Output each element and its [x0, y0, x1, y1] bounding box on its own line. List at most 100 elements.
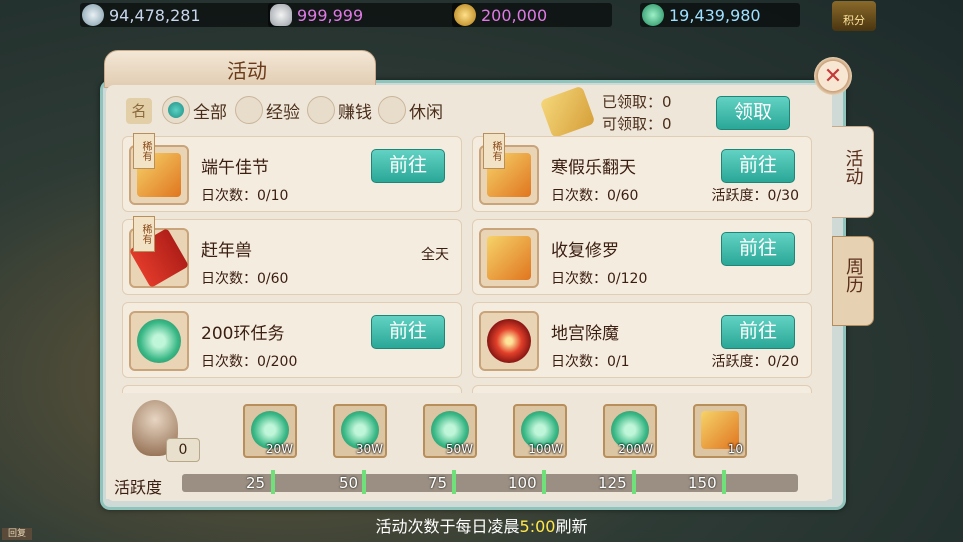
activity-name: 地宫除魔	[551, 324, 619, 344]
notice-time: 5:00	[519, 517, 556, 536]
milestone-label: 125	[598, 474, 627, 492]
reward-label: 20W	[265, 442, 293, 456]
go-button[interactable]: 前往	[721, 149, 795, 183]
tab-activity[interactable]: 活动	[832, 126, 874, 218]
currency-ingot: 999,999	[268, 3, 463, 27]
milestone-label: 100	[508, 474, 537, 492]
filter-money[interactable]: 赚钱	[307, 96, 372, 124]
currency-copper: 200,000	[452, 3, 612, 27]
category-icon: 名	[126, 98, 152, 124]
reward-box[interactable]: 30W	[333, 404, 387, 458]
milestone-label: 50	[339, 474, 359, 492]
activity-thumb	[479, 228, 539, 288]
reward-label: 200W	[618, 442, 653, 456]
rare-tag: 稀有	[483, 133, 505, 169]
available-count: 可领取：0	[602, 115, 672, 133]
notice-text: 刷新	[555, 517, 588, 536]
activity-name: 端午佳节	[201, 158, 269, 178]
silver-ingot-icon	[270, 4, 292, 26]
activity-count: 日次数：0/60	[551, 188, 639, 204]
tab-label: 周历	[843, 257, 864, 293]
jade-coin-icon	[642, 4, 664, 26]
jade-icon	[137, 319, 181, 363]
go-button[interactable]: 前往	[721, 232, 795, 266]
claim-button[interactable]: 领取	[716, 96, 790, 130]
points-button[interactable]: 积分	[832, 1, 876, 31]
reward-box[interactable]: 100W	[513, 404, 567, 458]
activity-name: 赶年兽	[201, 241, 252, 261]
currency-silver: 94,478,281	[80, 3, 280, 27]
activity-card[interactable]: 200环任务 日次数：0/200 前往	[122, 302, 462, 378]
activity-thumb	[479, 311, 539, 371]
filter-label: 全部	[193, 102, 227, 123]
currency-value: 19,439,980	[669, 5, 761, 25]
refresh-notice: 活动次数于每日凌晨5:00刷新	[0, 515, 963, 542]
activity-count: 日次数：0/200	[201, 354, 298, 370]
activity-name: 200环任务	[201, 324, 285, 344]
activity-card[interactable]: 稀有 寒假乐翻天 日次数：0/60 活跃度：0/30 前往	[472, 133, 812, 212]
reward-box[interactable]: 10	[693, 404, 747, 458]
milestone-tick	[362, 470, 366, 494]
activity-time: 全天	[421, 247, 449, 263]
go-button[interactable]: 前往	[371, 315, 445, 349]
currency-value: 200,000	[481, 5, 548, 25]
go-button[interactable]: 前往	[371, 149, 445, 183]
notice-text: 活动次数于每日凌晨	[375, 517, 520, 536]
demon-eye-icon	[487, 319, 531, 363]
window-title-tab: 活动	[104, 50, 376, 88]
activity-count: 日次数：0/10	[201, 188, 289, 204]
activity-vitality: 活跃度：0/30	[711, 188, 799, 204]
treasure-chest-icon	[487, 236, 531, 280]
currency-value: 94,478,281	[109, 5, 201, 25]
rare-tag: 稀有	[133, 133, 155, 169]
reward-label: 50W	[445, 442, 473, 456]
milestone-label: 150	[688, 474, 717, 492]
reward-box[interactable]: 50W	[423, 404, 477, 458]
currency-value: 999,999	[297, 5, 364, 25]
filter-leisure[interactable]: 休闲	[378, 96, 443, 124]
filter-label: 经验	[266, 102, 300, 123]
milestone-tick	[452, 470, 456, 494]
activity-vitality: 活跃度：0/20	[711, 354, 799, 370]
filter-label: 休闲	[409, 102, 443, 123]
reward-label: 100W	[528, 442, 563, 456]
activity-name: 寒假乐翻天	[551, 158, 636, 178]
vitality-label: 活跃度	[114, 478, 163, 497]
activity-count: 日次数：0/120	[551, 271, 648, 287]
copper-coin-icon	[454, 4, 476, 26]
tab-calendar[interactable]: 周历	[832, 236, 874, 326]
activity-name: 收复修罗	[551, 241, 619, 261]
silver-cloud-icon	[82, 4, 104, 26]
close-icon: ✕	[823, 63, 843, 89]
currency-jade: 19,439,980	[640, 3, 800, 27]
mini-button[interactable]: 回复	[2, 528, 32, 540]
rare-tag: 稀有	[133, 216, 155, 252]
activity-card[interactable]: 收复修罗 日次数：0/120 前往	[472, 219, 812, 295]
vitality-counter: 0	[166, 438, 200, 462]
radio-icon[interactable]	[235, 96, 263, 124]
milestone-label: 25	[246, 474, 266, 492]
activity-card[interactable]: 稀有 端午佳节 日次数：0/10 前往	[122, 133, 462, 212]
filter-exp[interactable]: 经验	[235, 96, 300, 124]
milestone-tick	[271, 470, 275, 494]
reward-box[interactable]: 200W	[603, 404, 657, 458]
mascot: 0	[118, 394, 200, 464]
activity-count: 日次数：0/1	[551, 354, 630, 370]
reward-label: 10	[727, 442, 743, 456]
milestone-tick	[722, 470, 726, 494]
reward-box[interactable]: 20W	[243, 404, 297, 458]
activity-card[interactable]: 稀有 赶年兽 日次数：0/60 全天	[122, 216, 462, 295]
radio-selected-icon[interactable]	[162, 96, 190, 124]
filter-all[interactable]: 全部	[162, 96, 227, 124]
tab-label: 活动	[842, 149, 864, 185]
close-button[interactable]: ✕	[814, 57, 852, 95]
filter-label: 赚钱	[338, 102, 372, 123]
activity-card[interactable]: 地宫除魔 日次数：0/1 活跃度：0/20 前往	[472, 302, 812, 378]
radio-icon[interactable]	[307, 96, 335, 124]
milestone-tick	[632, 470, 636, 494]
radio-icon[interactable]	[378, 96, 406, 124]
go-button[interactable]: 前往	[721, 315, 795, 349]
received-count: 已领取：0	[602, 93, 672, 111]
window-title: 活动	[227, 59, 267, 83]
activity-thumb	[129, 311, 189, 371]
